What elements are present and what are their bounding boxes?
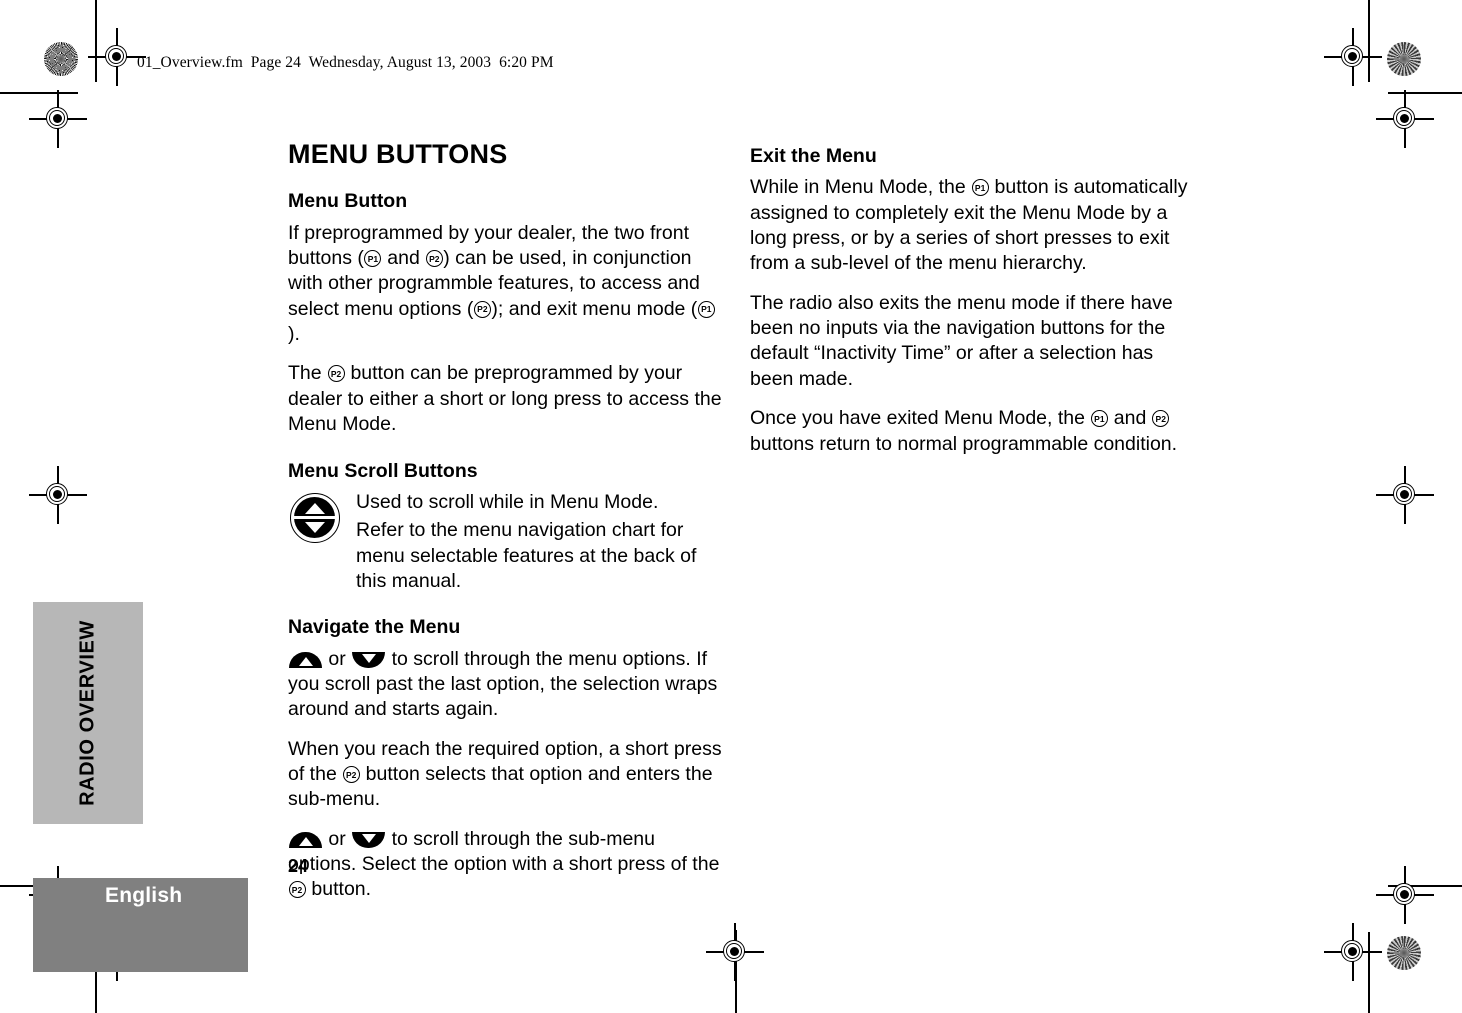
p1-button-icon: P1 xyxy=(971,179,989,197)
p1-icon-label: P1 xyxy=(1094,413,1105,424)
chapter-tab-label: RADIO OVERVIEW xyxy=(76,620,99,806)
scroll-up-arrow-icon xyxy=(289,831,322,848)
p1-button-icon: P1 xyxy=(1090,410,1108,428)
p1-button-icon: P1 xyxy=(364,250,382,268)
crop-line-top-left-vertical xyxy=(95,0,97,82)
text-run: button can be preprogrammed by your deal… xyxy=(288,362,722,436)
p1-icon-label: P1 xyxy=(367,253,379,264)
p2-icon-label: P2 xyxy=(429,253,440,264)
text-run: buttons return to normal programmable co… xyxy=(750,432,1178,455)
p1-icon-label: P1 xyxy=(701,304,712,315)
menu-scroll-block: Used to scroll while in Menu Mode. Refer… xyxy=(288,490,726,594)
p2-icon-label: P2 xyxy=(1155,413,1166,424)
starburst-mark-top-left xyxy=(44,42,78,76)
heading-navigate-the-menu: Navigate the Menu xyxy=(288,616,461,639)
heading-menu-scroll-buttons: Menu Scroll Buttons xyxy=(288,459,478,482)
text-run: and xyxy=(1108,407,1152,430)
registration-mark-top-left xyxy=(88,28,146,86)
heading-menu-button: Menu Button xyxy=(288,190,408,213)
p1-icon-label: P1 xyxy=(974,182,986,193)
p2-icon-label: P2 xyxy=(330,368,342,379)
paragraph-exit-1: While in Menu Mode, the P1 button is aut… xyxy=(750,175,1188,276)
menu-scroll-text: Used to scroll while in Menu Mode. Refer… xyxy=(356,490,726,594)
registration-mark-upper-left xyxy=(29,90,87,148)
p2-button-icon: P2 xyxy=(288,881,306,899)
right-column: Exit the Menu While in Menu Mode, the P1… xyxy=(750,145,1188,471)
page-title: MENU BUTTONS xyxy=(288,139,508,169)
menu-scroll-line-2: Refer to the menu navigation chart for m… xyxy=(356,519,697,592)
starburst-mark-top-right xyxy=(1387,42,1421,76)
text-run: Once you have exited Menu Mode, the xyxy=(750,407,1091,430)
text-run: ); and exit menu mode ( xyxy=(491,297,698,320)
text-run: ). xyxy=(288,323,300,346)
registration-mark-upper-right xyxy=(1376,90,1434,148)
language-label: English xyxy=(105,884,183,907)
p2-icon-label: P2 xyxy=(477,304,488,315)
heading-exit-the-menu: Exit the Menu xyxy=(750,145,877,167)
paragraph-exit-3: Once you have exited Menu Mode, the P1 a… xyxy=(750,406,1188,457)
file-stamp: 01_Overview.fm Page 24 Wednesday, August… xyxy=(137,54,554,71)
paragraph-navigate-1: or to scroll through the menu options. I… xyxy=(288,647,726,723)
manual-page: 01_Overview.fm Page 24 Wednesday, August… xyxy=(0,0,1462,1013)
p2-button-icon: P2 xyxy=(473,300,491,318)
p2-icon-label: P2 xyxy=(291,884,303,895)
left-column: MENU BUTTONS Menu Button If preprogramme… xyxy=(288,140,726,917)
registration-mark-top-right xyxy=(1324,28,1382,86)
registration-mark-lower-right xyxy=(1376,866,1434,924)
scroll-rocker-icon xyxy=(290,492,340,543)
paragraph-exit-2: The radio also exits the menu mode if th… xyxy=(750,291,1173,390)
p2-icon-label: P2 xyxy=(346,769,357,780)
registration-mark-bottom-center xyxy=(706,923,764,981)
scroll-up-arrow-icon xyxy=(289,651,322,668)
text-run: button. xyxy=(306,878,372,901)
text-run: The xyxy=(288,362,328,385)
crop-line-right-top-horizontal xyxy=(1388,92,1462,94)
paragraph-navigate-2: When you reach the required option, a sh… xyxy=(288,737,726,813)
text-run: or xyxy=(323,647,352,670)
menu-scroll-line-1: Used to scroll while in Menu Mode. xyxy=(356,490,659,513)
text-run: and xyxy=(381,247,426,270)
crop-line-left-top-horizontal xyxy=(0,92,78,94)
paragraph-navigate-3: or to scroll through the sub-menu option… xyxy=(288,827,726,903)
p2-button-icon: P2 xyxy=(425,250,443,268)
p2-button-icon: P2 xyxy=(327,365,345,383)
p2-button-icon: P2 xyxy=(342,766,360,784)
paragraph-menu-button-1: If preprogrammed by your dealer, the two… xyxy=(288,221,726,348)
text-run: While in Menu Mode, the xyxy=(750,176,972,199)
scroll-down-arrow-icon xyxy=(352,651,386,668)
registration-mark-middle-right xyxy=(1376,466,1434,524)
p1-button-icon: P1 xyxy=(697,300,715,318)
chapter-tab: RADIO OVERVIEW xyxy=(33,602,143,824)
scroll-down-arrow-icon xyxy=(352,831,386,848)
starburst-mark-bottom-right xyxy=(1387,936,1421,970)
registration-mark-middle-left xyxy=(29,466,87,524)
text-run: or xyxy=(323,827,352,850)
p2-button-icon: P2 xyxy=(1152,410,1170,428)
registration-mark-bottom-right xyxy=(1324,923,1382,981)
paragraph-menu-button-2: The P2 button can be preprogrammed by yo… xyxy=(288,361,726,437)
